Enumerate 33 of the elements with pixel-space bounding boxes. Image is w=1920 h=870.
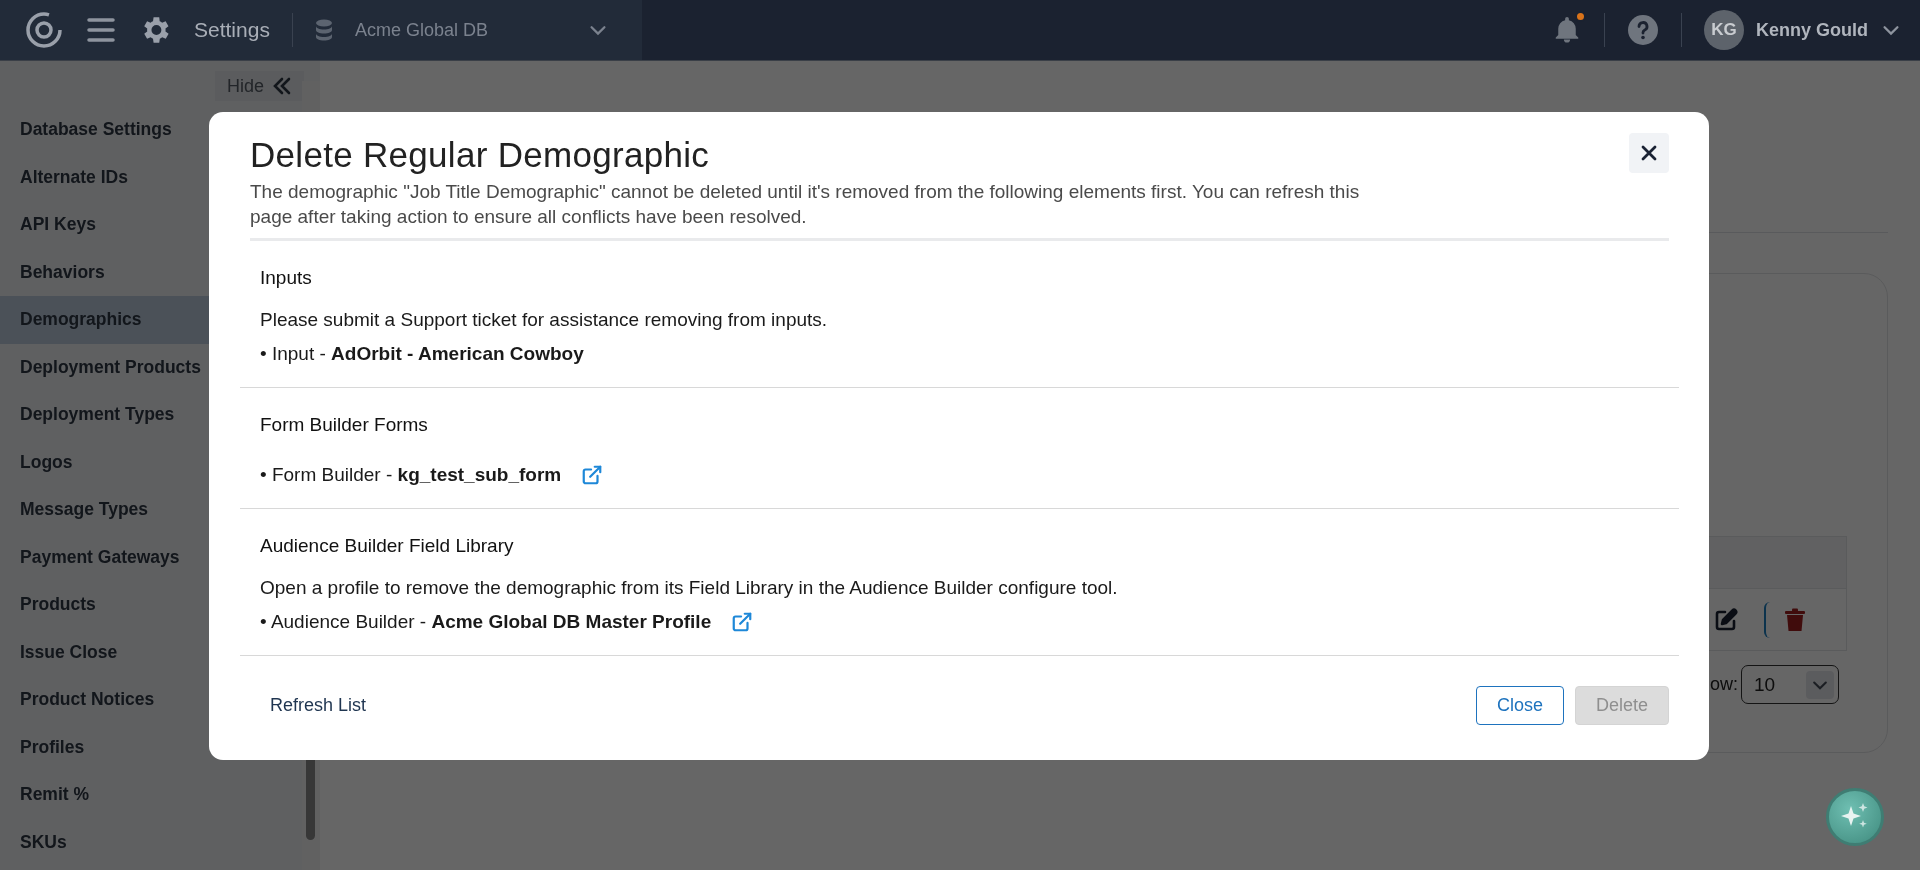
user-menu[interactable]: KG Kenny Gould — [1704, 10, 1902, 50]
close-button[interactable]: Close — [1475, 686, 1564, 725]
database-selector[interactable]: Acme Global DB — [354, 19, 565, 41]
conflict-item: • Audience Builder - Acme Global DB Master Profile — [260, 610, 712, 634]
hide-sidebar-button[interactable]: Hide — [214, 71, 304, 101]
assistant-button[interactable] — [1826, 788, 1884, 846]
edit-icon[interactable] — [1714, 607, 1738, 632]
close-icon[interactable] — [1629, 133, 1669, 173]
sidebar-item[interactable]: Remit % — [0, 771, 302, 819]
conflict-item: • Form Builder - kg_test_sub_form — [260, 463, 562, 487]
help-icon[interactable] — [1627, 14, 1659, 46]
rows-label: ow: — [1710, 674, 1738, 695]
logo-icon — [24, 10, 64, 50]
external-link[interactable] — [731, 611, 754, 633]
conflict-item: • Input - AdOrbit - American Cowboy — [260, 342, 584, 366]
database-icon — [314, 19, 333, 41]
trash-icon[interactable] — [1784, 607, 1806, 632]
refresh-list-button[interactable]: Refresh List — [270, 695, 367, 716]
dialog-description: The demographic "Job Title Demographic" cannot be deleted until it's removed from the following elements first. You can refresh this page after taking action to ensure all conflicts have been resolved. — [250, 180, 1361, 229]
menu-icon[interactable] — [86, 17, 116, 43]
dialog-title: Delete Regular Demographic — [250, 134, 710, 176]
section-note: Open a profile to remove the demographic from its Field Library in the Audience Builder configure tool. — [260, 576, 1119, 600]
external-link-icon — [731, 611, 754, 633]
section-heading: Form Builder Forms — [260, 414, 429, 436]
user-avatar: KG — [1704, 10, 1744, 50]
sidebar-item[interactable]: SKUs — [0, 818, 302, 866]
section-heading: Audience Builder Field Library — [260, 535, 515, 557]
external-link[interactable] — [581, 464, 604, 486]
double-chevron-left-icon — [272, 76, 292, 96]
rows-select[interactable]: 10 — [1741, 665, 1839, 704]
section-heading: Inputs — [260, 267, 313, 289]
page-title: Settings — [194, 18, 270, 42]
external-link-icon — [581, 464, 604, 486]
